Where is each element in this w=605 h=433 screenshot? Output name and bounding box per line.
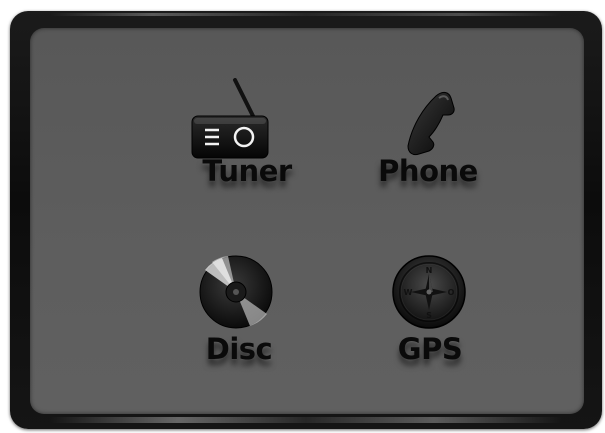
- compass-south: S: [426, 311, 432, 320]
- gps-button[interactable]: N S W O GPS: [358, 246, 508, 376]
- disc-button[interactable]: Disc: [170, 246, 320, 376]
- gps-label: GPS: [397, 332, 463, 366]
- phone-button[interactable]: Phone: [353, 82, 503, 212]
- compass-icon: N S W O: [392, 255, 466, 329]
- tuner-button[interactable]: Tuner: [172, 78, 322, 208]
- compass-north: N: [426, 266, 433, 275]
- disc-label: Disc: [205, 332, 273, 366]
- menu-screen: Tuner Phone Disc N S W O GPS: [30, 28, 584, 414]
- compass-west: W: [404, 288, 413, 297]
- disc-icon: [199, 255, 273, 329]
- device-bezel: Tuner Phone Disc N S W O GPS: [10, 11, 602, 429]
- bezel-highlight-bottom: [50, 417, 562, 423]
- bezel-highlight-top: [50, 13, 562, 16]
- compass-east: O: [448, 288, 455, 297]
- tuner-label: Tuner: [202, 154, 292, 188]
- phone-label: Phone: [378, 154, 478, 188]
